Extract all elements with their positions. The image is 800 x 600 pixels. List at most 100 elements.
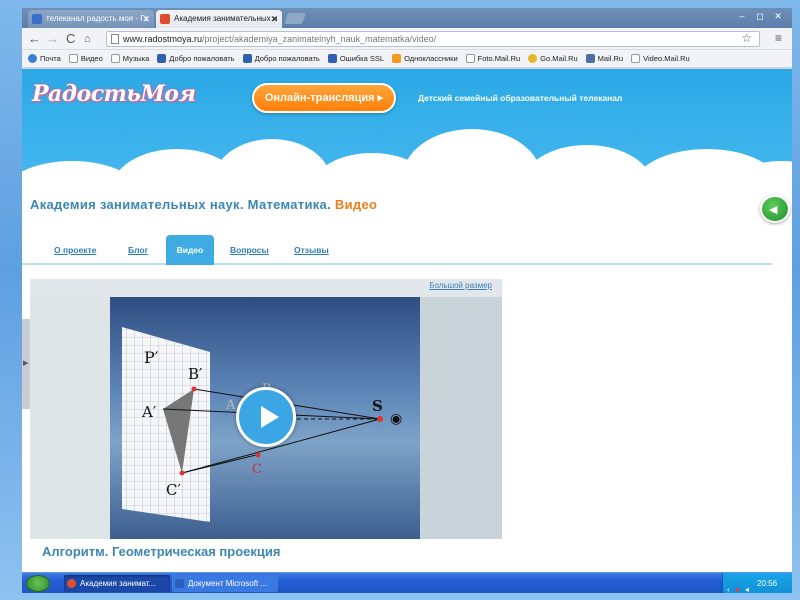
bookmark-label: Почта — [40, 54, 61, 63]
megaphone-button[interactable]: ◀ — [760, 195, 790, 223]
reload-icon[interactable]: C — [66, 31, 75, 47]
window-controls: – ◻ ✕ — [734, 10, 786, 23]
chevron-right-icon: ▶ — [23, 360, 29, 367]
bookmark-label: Mail.Ru — [597, 54, 624, 63]
bookmark-item[interactable]: Ошибка SSL — [327, 54, 385, 63]
bookmark-item[interactable]: Foto.Mail.Ru — [465, 54, 521, 63]
bookmark-item[interactable]: Добро пожаловать — [157, 54, 235, 63]
site-favicon-icon — [160, 14, 170, 24]
site-icon — [327, 54, 337, 63]
bookmark-item[interactable]: Одноклассники — [392, 54, 458, 63]
tab-academy[interactable]: Академия занимательных н ✕ — [156, 10, 282, 28]
label-b-prime: B′ — [188, 365, 203, 383]
browser-tabbar: телеканал радость моя - Гс ✕ Академия за… — [22, 8, 792, 28]
search-icon — [528, 54, 538, 63]
point-c-prime — [179, 470, 185, 476]
bookmark-label: Ошибка SSL — [339, 54, 385, 63]
forward-arrow-icon[interactable]: → — [46, 31, 59, 47]
bookmark-item[interactable]: Почта — [28, 54, 61, 63]
bookmark-item[interactable]: Музыка — [110, 54, 149, 63]
page-icon — [68, 54, 78, 63]
volume-icon[interactable]: ◂ — [745, 579, 749, 593]
project-nav: О проекте Блог Видео Вопросы Отзывы — [22, 235, 772, 265]
label-p-prime: P′ — [144, 348, 159, 367]
megaphone-icon: ◀ — [769, 204, 778, 216]
tab-label: Академия занимательных н — [174, 14, 278, 23]
play-button-icon[interactable] — [236, 387, 296, 447]
chrome-icon — [67, 579, 76, 588]
point-c — [255, 452, 261, 458]
bigger-size-link[interactable]: Большой размер — [429, 281, 492, 290]
label-a-prime: A′ — [141, 403, 157, 421]
tab-reviews[interactable]: Отзывы — [294, 245, 329, 255]
close-window-icon[interactable]: ✕ — [770, 10, 786, 23]
eye-icon: ◉ — [390, 411, 402, 427]
bookmark-item[interactable]: Go.Mail.Ru — [528, 54, 578, 63]
bookmark-item[interactable]: Видео — [68, 54, 103, 63]
point-b-prime — [191, 386, 197, 392]
windows-taskbar: Академия занимат... Документ Microsoft .… — [22, 572, 792, 593]
tab-blog[interactable]: Блог — [128, 245, 148, 255]
bookmark-label: Одноклассники — [404, 54, 458, 63]
label-c-prime: C′ — [166, 481, 181, 499]
menu-icon[interactable]: ≡ — [775, 31, 782, 45]
live-stream-button[interactable]: Онлайн-трансляция ▸ — [252, 83, 396, 113]
bookmark-label: Добро пожаловать — [254, 54, 320, 63]
close-icon[interactable]: ✕ — [270, 10, 278, 28]
page-title-main: Академия занимательных наук. Математика. — [30, 197, 331, 212]
bookmark-star-icon[interactable]: ☆ — [741, 31, 752, 45]
bookmark-label: Go.Mail.Ru — [540, 54, 578, 63]
label-s: S — [372, 397, 383, 415]
screen: телеканал радость моя - Гс ✕ Академия за… — [22, 8, 792, 593]
page-icon — [631, 54, 641, 63]
odnoklassniki-icon — [392, 54, 402, 63]
taskbar-item-browser[interactable]: Академия занимат... — [64, 575, 170, 592]
bookmark-item[interactable]: Video.Mail.Ru — [631, 54, 690, 63]
word-icon — [175, 579, 184, 588]
bookmark-item[interactable]: Добро пожаловать — [242, 54, 320, 63]
taskbar-item-word[interactable]: Документ Microsoft ... — [172, 575, 278, 592]
video-panel: Большой размер P′ B′ A′ C′ S C A ◉ — [30, 279, 502, 539]
tab-radost-search[interactable]: телеканал радость моя - Гс ✕ — [28, 10, 154, 28]
tab-label: телеканал радость моя - Гс — [46, 14, 149, 23]
browser-toolbar: ← → C ⌂ www.radostmoya.ru/project/akadem… — [22, 28, 792, 50]
page-title: Академия занимательных наук. Математика.… — [30, 197, 377, 212]
page-icon — [465, 54, 475, 63]
taskbar-label: Документ Microsoft ... — [188, 579, 268, 588]
label-a: A — [225, 398, 236, 413]
system-tray: ‹ ● ◂ 20:56 — [722, 573, 792, 593]
point-s — [377, 416, 383, 422]
bookmark-label: Video.Mail.Ru — [643, 54, 690, 63]
back-arrow-icon[interactable]: ← — [28, 31, 41, 47]
video-title[interactable]: Алгоритм. Геометрическая проекция — [42, 544, 280, 559]
tab-about[interactable]: О проекте — [54, 245, 96, 255]
bookmark-item[interactable]: Mail.Ru — [585, 54, 624, 63]
close-icon[interactable]: ✕ — [142, 10, 150, 28]
new-tab-button[interactable] — [283, 13, 307, 24]
mailru-icon — [585, 54, 595, 63]
url-path: /project/akademiya_zanimatelnyh_nauk_mat… — [202, 34, 437, 44]
bookmark-label: Foto.Mail.Ru — [477, 54, 521, 63]
video-player[interactable]: P′ B′ A′ C′ S C A B ◉ — [30, 297, 502, 539]
header-sky: РадостьМоя Онлайн-трансляция ▸ Детский с… — [22, 69, 792, 231]
site-logo[interactable]: РадостьМоя — [32, 81, 196, 107]
site-icon — [242, 54, 252, 63]
chevron-left-icon[interactable]: ‹ — [727, 579, 730, 593]
clock: 20:56 — [757, 579, 778, 588]
side-panel-handle[interactable]: ▶ — [22, 319, 30, 409]
address-bar[interactable]: www.radostmoya.ru/project/akademiya_zani… — [106, 31, 760, 47]
tab-questions[interactable]: Вопросы — [230, 245, 269, 255]
mail-icon — [28, 54, 37, 63]
site-icon — [157, 54, 167, 63]
minimize-icon[interactable]: – — [734, 10, 750, 23]
tab-video[interactable]: Видео — [166, 235, 214, 265]
label-c: C — [252, 462, 262, 477]
bookmarks-bar: Почта Видео Музыка Добро пожаловать Добр… — [22, 50, 792, 68]
maximize-icon[interactable]: ◻ — [752, 10, 768, 23]
page-title-accent: Видео — [334, 197, 378, 212]
start-button-icon[interactable] — [26, 575, 50, 592]
network-icon[interactable]: ● — [735, 579, 740, 593]
page-icon — [111, 34, 119, 44]
taskbar-label: Академия занимат... — [80, 579, 156, 588]
home-icon[interactable]: ⌂ — [84, 31, 91, 47]
